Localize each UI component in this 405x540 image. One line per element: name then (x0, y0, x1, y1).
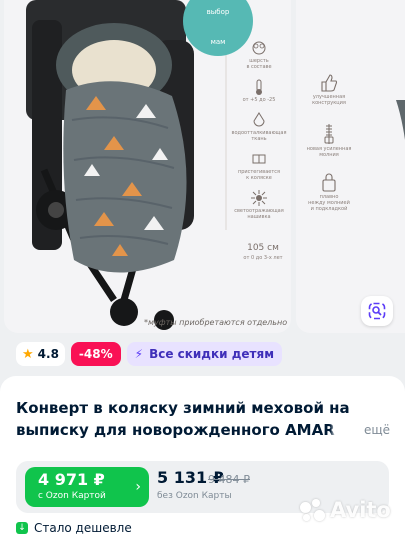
feature-reflective-text: светоотражающая нашивка (234, 208, 284, 220)
lock-icon (322, 173, 336, 192)
image-search-icon (368, 302, 386, 320)
product-info-card: Конверт в коляску зимний меховой на выпи… (0, 376, 405, 540)
side-feature-lining-text: плавно нежду молнией и подкладкой (308, 194, 350, 212)
lightning-icon: ⚡ (134, 347, 144, 361)
feature-attach: пристегивается к коляске (238, 149, 280, 181)
price-drop-text: Стало дешевле (34, 521, 132, 535)
side-feature-construction-text: улучшенная конструкция (312, 94, 346, 106)
image-search-button[interactable] (361, 296, 393, 326)
ozon-card-label: с Ozon Картой (38, 491, 106, 501)
image-gallery[interactable]: выбор мам шерсть в составе от +5 до -25 … (0, 0, 405, 335)
feature-list: шерсть в составе от +5 до -25 водоотталк… (228, 38, 290, 227)
badge-bottom-text: мам (210, 38, 226, 46)
zipper-icon (324, 124, 334, 144)
product-title[interactable]: Конверт в коляску зимний меховой на выпи… (16, 397, 366, 441)
product-edge-illustration (396, 100, 405, 141)
kids-discounts-label: Все скидки детям (149, 347, 275, 361)
water-drop-icon (253, 112, 265, 127)
size-age: от 0 до 3-х лет (243, 255, 283, 261)
feature-temperature: от +5 до -25 (242, 77, 276, 103)
rating-value: 4.8 (37, 347, 59, 361)
side-feature-zipper: новая усиленная молния (299, 122, 359, 158)
product-chips: ★ 4.8 -48% ⚡ Все скидки детям (16, 342, 283, 366)
thermometer-icon (255, 79, 262, 95)
feature-attach-text: пристегивается к коляске (237, 169, 281, 181)
product-photo-main[interactable]: выбор мам шерсть в составе от +5 до -25 … (4, 0, 291, 333)
feature-reflective: светоотражающая нашивка (234, 188, 284, 220)
product-photo-next[interactable]: улучшенная конструкция новая усиленная м… (296, 0, 405, 333)
product-page: выбор мам шерсть в составе от +5 до -25 … (0, 0, 405, 540)
discount-value: -48% (78, 347, 113, 361)
product-title-faded: R (323, 421, 335, 439)
title-more-link[interactable]: ещё (364, 423, 390, 437)
stroller-fit-icon (252, 154, 266, 164)
star-icon: ★ (22, 346, 34, 362)
sheep-icon (252, 41, 266, 55)
avito-logo-icon (300, 499, 326, 521)
rating-chip[interactable]: ★ 4.8 (16, 342, 65, 366)
arrow-down-icon: ↓ (16, 522, 28, 534)
size-info: 105 см от 0 до 3-х лет (236, 243, 290, 273)
ozon-card-price: 4 971 ₽ (38, 470, 105, 489)
feature-temperature-text: от +5 до -25 (242, 97, 276, 103)
size-height: 105 см (247, 243, 279, 253)
product-title-text: Конверт в коляску зимний меховой на выпи… (16, 399, 350, 439)
muff-note: *муфты приобретаются отдельно (144, 318, 288, 327)
feature-wool-text: шерсть в составе (246, 58, 272, 70)
kids-discounts-chip[interactable]: ⚡ Все скидки детям (126, 342, 283, 366)
feature-water-repellent: водоотталкивающая ткань (231, 110, 287, 142)
side-feature-lining: плавно нежду молнией и подкладкой (299, 170, 359, 212)
chevron-right-icon: › (135, 479, 141, 495)
side-feature-zipper-text: новая усиленная молния (306, 146, 352, 158)
discount-badge: -48% (70, 342, 121, 366)
price-drop-status: ↓ Стало дешевле (16, 521, 132, 535)
avito-watermark-text: Avito (330, 498, 391, 522)
feature-wool: шерсть в составе (246, 38, 272, 70)
feature-water-text: водоотталкивающая ткань (231, 130, 287, 142)
ozon-card-price-button[interactable]: 4 971 ₽ с Ozon Картой › (25, 467, 149, 507)
thumbs-up-icon (321, 74, 338, 92)
old-price: 9 484 ₽ (208, 473, 250, 486)
side-feature-construction: улучшенная конструкция (299, 72, 359, 106)
avito-watermark: Avito (300, 498, 391, 522)
badge-top-text: выбор (206, 8, 230, 16)
regular-price-label: без Ozon Карты (157, 491, 232, 501)
reflective-icon (250, 190, 267, 206)
